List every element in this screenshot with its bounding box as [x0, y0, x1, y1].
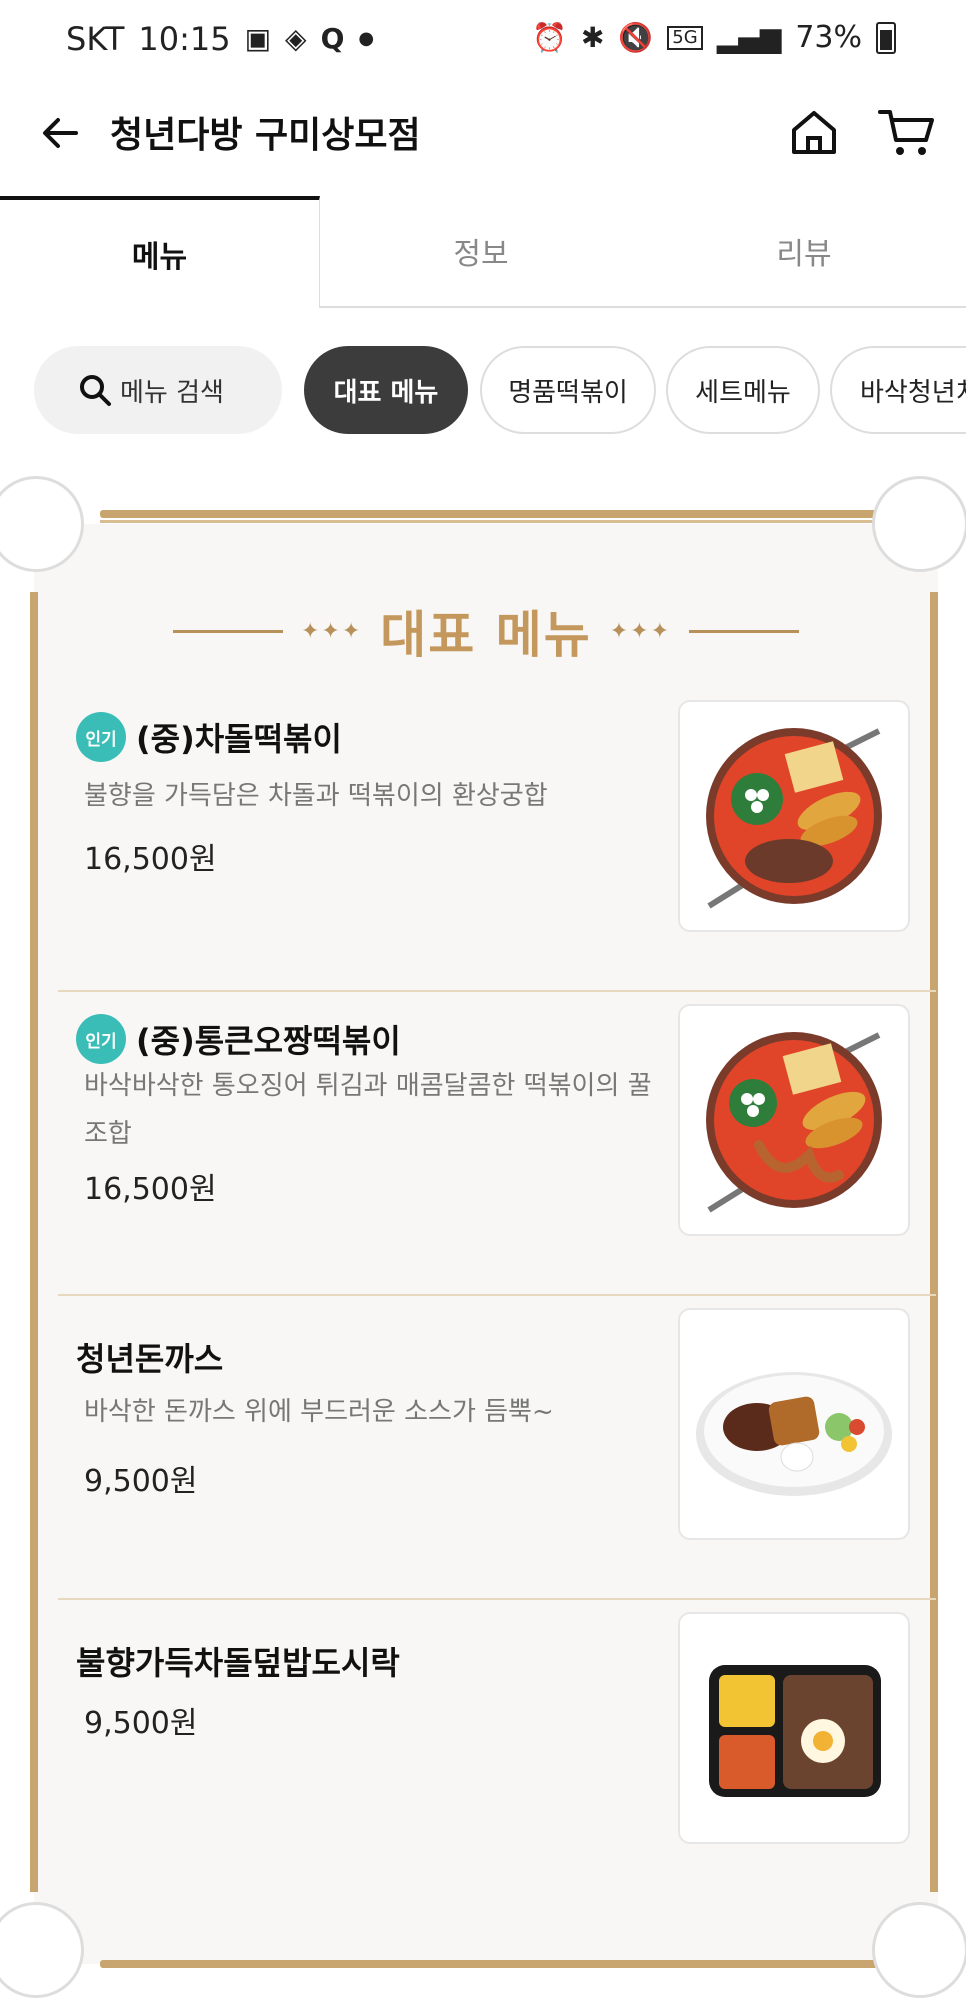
menu-item-name: (중)차돌떡볶이 — [136, 720, 342, 758]
lunchbox-image — [709, 1665, 881, 1797]
status-bar: SKT 10:15 ▣ ◈ Q ● ⏰ ✱ 🔇 5G ▂▄▆ 73% — [0, 0, 966, 80]
cart-icon[interactable] — [876, 104, 936, 160]
menu-item-description: 바삭한 돈까스 위에 부드러운 소스가 듬뿍~ — [84, 1397, 554, 1427]
menu-search-button[interactable]: 메뉴 검색 — [34, 346, 282, 434]
frame-left — [30, 592, 38, 1892]
menu-item-name-row: 청년돈까스 — [76, 1334, 223, 1380]
decor-sparkle-icon: ✦✦✦ — [609, 618, 672, 644]
menu-item-photo[interactable] — [678, 1612, 910, 1844]
frame-top-inner — [100, 520, 880, 523]
search-icon — [80, 375, 111, 406]
menu-item-price: 16,500원 — [84, 1172, 217, 1207]
section-header: ✦✦✦ 대표 메뉴 ✦✦✦ — [36, 596, 936, 666]
app-header: 청년다방 구미상모점 — [0, 80, 966, 190]
back-arrow-icon[interactable] — [36, 108, 86, 158]
section-title: 대표 메뉴 — [380, 606, 592, 664]
store-title: 청년다방 구미상모점 — [110, 115, 421, 156]
dot-icon: ● — [358, 28, 375, 49]
tab-menu[interactable]: 메뉴 — [0, 196, 320, 308]
menu-item[interactable]: 청년돈까스 바삭한 돈까스 위에 부드러운 소스가 듬뿍~ 9,500원 — [58, 1298, 936, 1600]
battery-icon — [876, 21, 896, 54]
chip-crispy-chicken[interactable]: 바삭청년치 — [830, 346, 966, 434]
alarm-icon: ⏰ — [532, 20, 567, 54]
signal-icon: ▂▄▆ — [716, 20, 782, 54]
menu-item-price: 9,500원 — [84, 1706, 198, 1741]
menu-item[interactable]: 불향가득차돌덮밥도시락 9,500원 — [58, 1602, 936, 1914]
corner-ornament — [872, 1902, 966, 1998]
corner-ornament — [872, 476, 966, 572]
tab-reviews[interactable]: 리뷰 — [642, 196, 966, 308]
category-chips: 메뉴 검색 대표 메뉴 명품떡볶이 세트메뉴 바삭청년치 — [0, 340, 966, 440]
menu-item-name-row: 인기 (중)통큰오짱떡볶이 — [76, 1014, 401, 1064]
menu-item-price: 16,500원 — [84, 842, 217, 877]
menu-item[interactable]: 인기 (중)차돌떡볶이 불향을 가득담은 차돌과 떡볶이의 환상궁합 16,50… — [58, 692, 936, 992]
q-app-icon: Q — [320, 22, 345, 55]
squid-tteokbokki-pan-image — [706, 1032, 882, 1213]
frame-top — [100, 510, 880, 518]
menu-item-price: 9,500원 — [84, 1464, 198, 1499]
decor-sparkle-icon: ✦✦✦ — [300, 618, 363, 644]
chip-premium-tteokbokki[interactable]: 명품떡볶이 — [480, 346, 656, 434]
gallery-icon: ▣ — [244, 22, 272, 55]
menu-item-photo[interactable] — [678, 1004, 910, 1236]
bluetooth-icon: ✱ — [580, 20, 605, 54]
menu-item[interactable]: 인기 (중)통큰오짱떡볶이 바삭바삭한 통오징어 튀김과 매콤달콤한 떡볶이의 … — [58, 994, 936, 1296]
carrier-text: SKT — [66, 20, 125, 58]
search-label: 메뉴 검색 — [120, 377, 224, 408]
menu-board: ✦✦✦ 대표 메뉴 ✦✦✦ 인기 (중)차돌떡볶이 불향을 가득담은 차돌과 떡… — [0, 476, 966, 1998]
network-5g-icon: 5G — [667, 25, 703, 50]
tteokbokki-pan-image — [706, 728, 882, 909]
chip-representative-menu[interactable]: 대표 메뉴 — [304, 346, 468, 434]
menu-item-name-row: 인기 (중)차돌떡볶이 — [76, 712, 342, 762]
clock-text: 10:15 — [138, 20, 231, 58]
menu-item-photo[interactable] — [678, 1308, 910, 1540]
menu-item-name: 불향가득차돌덮밥도시락 — [76, 1644, 400, 1682]
tab-bar: 메뉴 정보 리뷰 — [0, 196, 966, 308]
popular-badge: 인기 — [76, 712, 126, 762]
mute-icon: 🔇 — [618, 20, 654, 54]
home-icon[interactable] — [786, 104, 842, 160]
pork-cutlet-plate-image — [696, 1372, 892, 1496]
decor-line — [172, 629, 283, 633]
chip-set-menu[interactable]: 세트메뉴 — [666, 346, 820, 434]
frame-bottom — [100, 1960, 880, 1968]
menu-item-description: 바삭바삭한 통오징어 튀김과 매콤달콤한 떡볶이의 꿀조합 — [84, 1071, 652, 1149]
menu-item-name: 청년돈까스 — [76, 1340, 224, 1378]
menu-item-name-row: 불향가득차돌덮밥도시락 — [76, 1638, 400, 1684]
pill-icon: ◈ — [285, 22, 307, 55]
battery-text: 73% — [795, 20, 862, 55]
menu-item-name: (중)통큰오짱떡볶이 — [136, 1022, 401, 1060]
tab-info[interactable]: 정보 — [320, 196, 642, 308]
menu-item-photo[interactable] — [678, 700, 910, 932]
menu-item-description: 불향을 가득담은 차돌과 떡볶이의 환상궁합 — [84, 781, 548, 811]
decor-line — [689, 629, 800, 633]
popular-badge: 인기 — [76, 1014, 126, 1064]
